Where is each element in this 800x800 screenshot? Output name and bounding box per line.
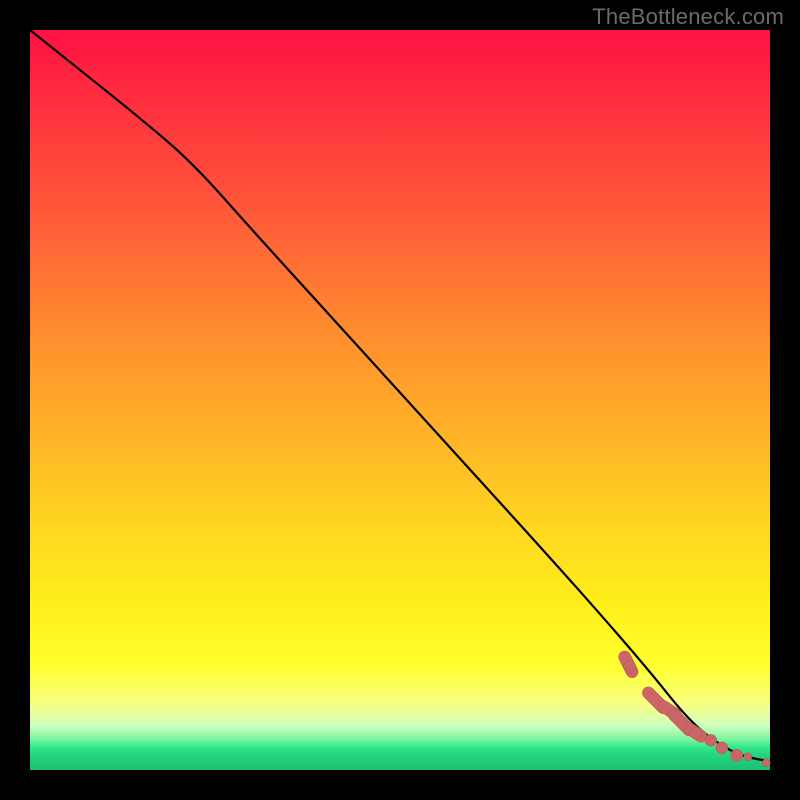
data-dot	[731, 749, 743, 761]
plot-area	[30, 30, 770, 770]
data-dot	[690, 727, 702, 739]
data-dot	[705, 734, 717, 746]
watermark-text: TheBottleneck.com	[592, 4, 784, 30]
data-dot	[744, 753, 752, 761]
data-dot	[762, 759, 770, 767]
data-dot	[623, 660, 635, 672]
chart-frame: TheBottleneck.com	[0, 0, 800, 800]
chart-svg	[30, 30, 770, 770]
data-point-cluster	[617, 649, 771, 767]
bottleneck-curve	[30, 30, 770, 761]
data-dot	[716, 742, 728, 754]
